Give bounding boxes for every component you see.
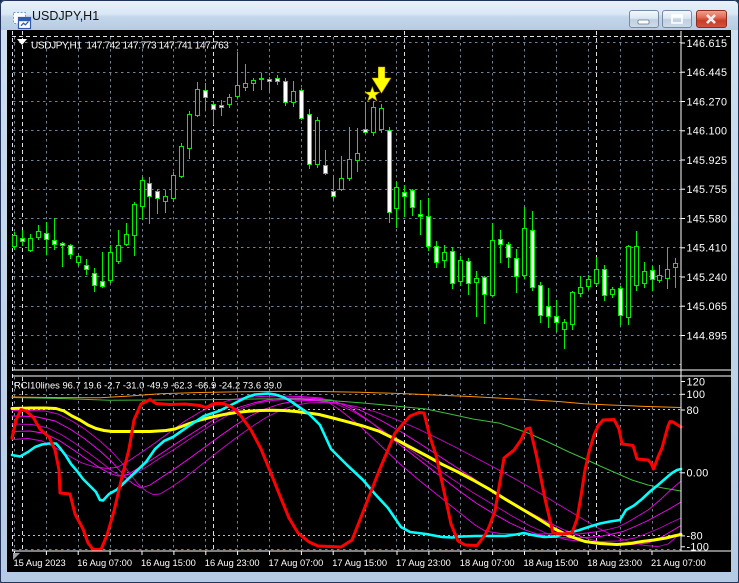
svg-text:21 Aug 07:00: 21 Aug 07:00 <box>651 558 706 568</box>
svg-text:120: 120 <box>687 376 706 388</box>
svg-text:145.580: 145.580 <box>687 213 728 225</box>
svg-text:145.240: 145.240 <box>687 272 728 284</box>
svg-text:146.270: 146.270 <box>687 96 728 108</box>
svg-text:18 Aug 07:00: 18 Aug 07:00 <box>460 558 515 568</box>
svg-text:145.925: 145.925 <box>687 155 728 167</box>
svg-text:17 Aug 15:00: 17 Aug 15:00 <box>332 558 387 568</box>
svg-text:146.615: 146.615 <box>687 38 728 50</box>
svg-text:16 Aug 23:00: 16 Aug 23:00 <box>205 558 260 568</box>
svg-text:145.755: 145.755 <box>687 184 728 196</box>
svg-text:RCI10lines 96.7 19.6 -2.7 -31.: RCI10lines 96.7 19.6 -2.7 -31.0 -49.9 -6… <box>14 380 282 391</box>
svg-text:-100: -100 <box>687 542 710 554</box>
svg-text:16 Aug 07:00: 16 Aug 07:00 <box>77 558 132 568</box>
svg-text:146.445: 146.445 <box>687 67 728 79</box>
svg-text:0.00: 0.00 <box>687 468 709 480</box>
svg-text:USDJPY,H1 147.742 147.773 147: USDJPY,H1 147.742 147.773 147.741 147.76… <box>31 41 229 52</box>
svg-text:18 Aug 23:00: 18 Aug 23:00 <box>587 558 642 568</box>
svg-text:80: 80 <box>687 405 700 417</box>
svg-text:145.065: 145.065 <box>687 301 728 313</box>
svg-text:17 Aug 23:00: 17 Aug 23:00 <box>396 558 451 568</box>
svg-text:144.895: 144.895 <box>687 330 728 342</box>
svg-text:100: 100 <box>687 389 706 401</box>
svg-text:17 Aug 07:00: 17 Aug 07:00 <box>269 558 324 568</box>
svg-text:16 Aug 15:00: 16 Aug 15:00 <box>141 558 196 568</box>
svg-text:18 Aug 15:00: 18 Aug 15:00 <box>524 558 579 568</box>
svg-text:15 Aug 2023: 15 Aug 2023 <box>14 558 66 568</box>
svg-text:145.410: 145.410 <box>687 243 728 255</box>
svg-text:146.100: 146.100 <box>687 126 728 138</box>
